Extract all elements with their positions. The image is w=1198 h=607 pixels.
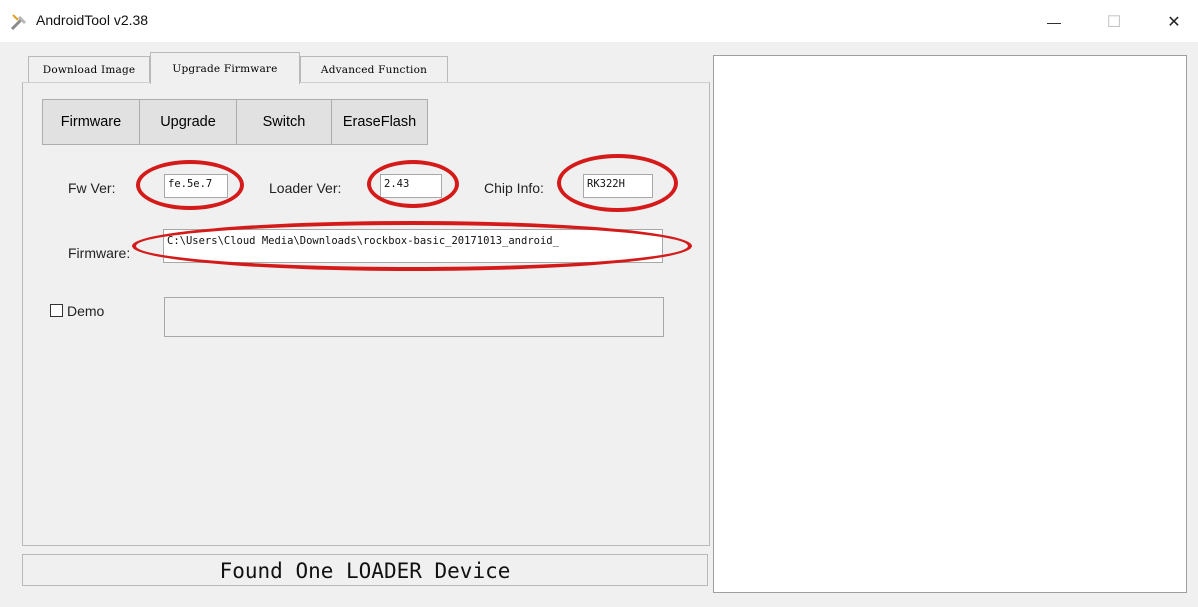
close-icon: ✕ <box>1167 14 1181 31</box>
upgrade-button-label: Upgrade <box>160 114 216 130</box>
status-message: Found One LOADER Device <box>219 559 511 583</box>
eraseflash-button-label: EraseFlash <box>342 114 417 130</box>
tab-label: Advanced Function <box>320 64 428 76</box>
minimize-icon: — <box>1047 14 1061 30</box>
eraseflash-button[interactable]: EraseFlash <box>331 99 428 145</box>
demo-field[interactable] <box>164 297 664 337</box>
chip-info-label: Chip Info: <box>484 180 544 196</box>
maximize-button[interactable]: ☐ <box>1094 8 1134 36</box>
minimize-button[interactable]: — <box>1034 8 1074 36</box>
firmware-button[interactable]: Firmware <box>42 99 140 145</box>
demo-checkbox[interactable] <box>50 304 63 317</box>
loader-ver-field[interactable]: 2.43 <box>380 174 442 198</box>
tab-label: Download Image <box>42 64 136 76</box>
firmware-button-label: Firmware <box>60 114 122 130</box>
fw-ver-label: Fw Ver: <box>68 180 116 196</box>
fw-ver-field[interactable]: fe.5e.7 <box>164 174 228 198</box>
close-button[interactable]: ✕ <box>1154 8 1194 36</box>
switch-button[interactable]: Switch <box>236 99 332 145</box>
title-bar: AndroidTool v2.38 — ☐ ✕ <box>0 0 1198 42</box>
tab-label: Upgrade Firmware <box>172 62 278 75</box>
chip-info-field[interactable]: RK322H <box>583 174 653 198</box>
tab-advanced-function[interactable]: Advanced Function <box>300 56 448 84</box>
log-panel[interactable] <box>713 55 1187 593</box>
app-tool-icon <box>10 14 26 31</box>
firmware-path-label: Firmware: <box>68 245 131 261</box>
window-title: AndroidTool v2.38 <box>36 12 149 28</box>
status-bar: Found One LOADER Device <box>22 554 708 586</box>
loader-ver-label: Loader Ver: <box>269 180 342 196</box>
tab-download-image[interactable]: Download Image <box>28 56 150 84</box>
upgrade-button[interactable]: Upgrade <box>139 99 237 145</box>
maximize-icon: ☐ <box>1106 14 1122 31</box>
firmware-path-field[interactable]: C:\Users\Cloud Media\Downloads\rockbox-b… <box>163 229 663 263</box>
switch-button-label: Switch <box>262 114 306 130</box>
demo-label: Demo <box>67 303 105 319</box>
tab-upgrade-firmware[interactable]: Upgrade Firmware <box>150 52 300 84</box>
